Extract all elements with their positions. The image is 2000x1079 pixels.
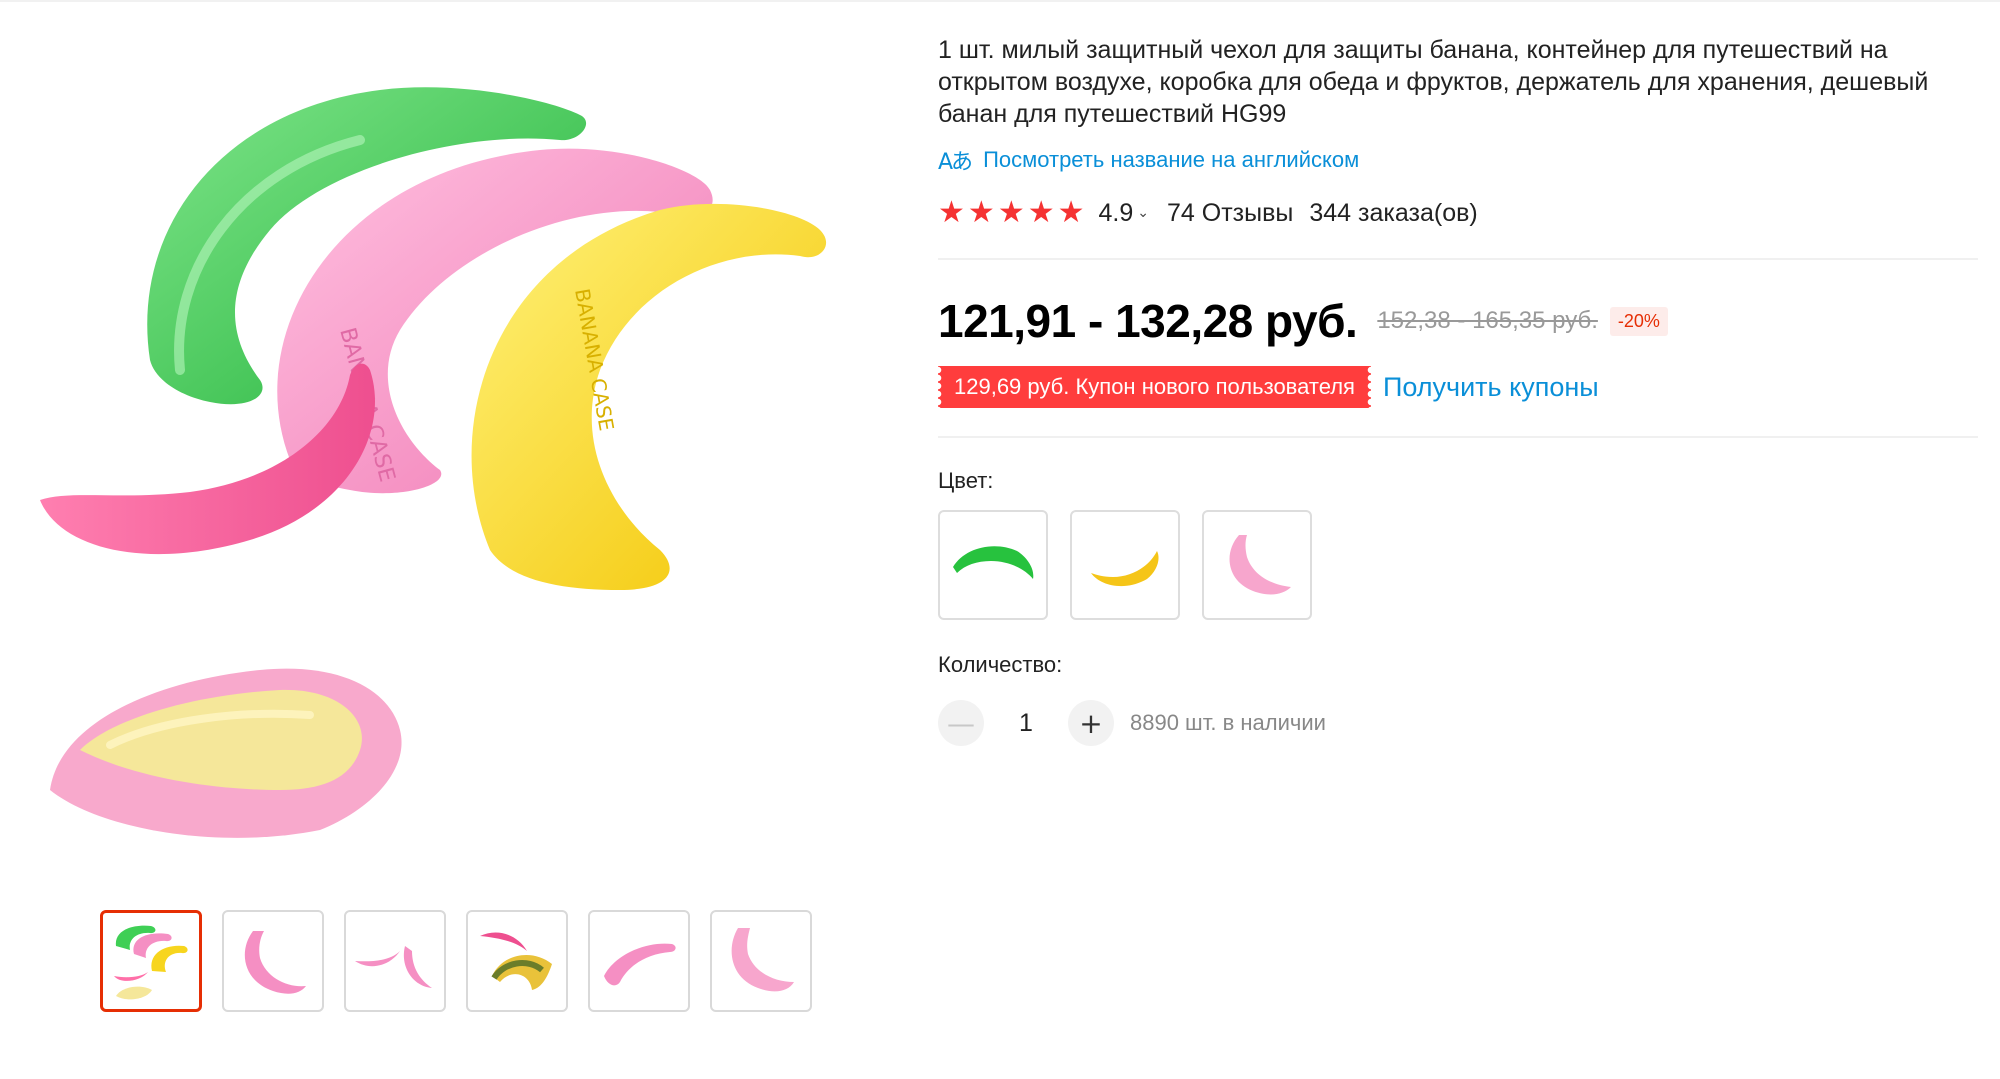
quantity-value[interactable]: 1 — [984, 709, 1068, 738]
main-product-image[interactable]: BANANA CASE BANANA CASE — [20, 30, 880, 890]
reviews-link[interactable]: 74 Отзывы — [1167, 199, 1293, 228]
translate-title-link[interactable]: Аあ Посмотреть название на английском — [938, 144, 1978, 176]
star-icon: ★ — [997, 195, 1025, 230]
color-swatches — [938, 510, 1978, 620]
product-info: 1 шт. милый защитный чехол для защиты ба… — [938, 34, 1978, 746]
star-icon: ★ — [1027, 195, 1055, 230]
color-option-green[interactable] — [938, 510, 1048, 620]
quantity-label: Количество: — [938, 652, 1063, 677]
translate-link-label: Посмотреть название на английском — [983, 147, 1360, 172]
price-row: 121,91 - 132,28 руб. 152,38 - 165,35 руб… — [938, 294, 1978, 348]
quantity-increase-button[interactable]: + — [1068, 700, 1114, 746]
current-price: 121,91 - 132,28 руб. — [938, 295, 1358, 347]
thumbnail-pink-side[interactable] — [588, 910, 690, 1012]
thumbnail-pink-with-banana[interactable] — [466, 910, 568, 1012]
divider — [938, 258, 1978, 260]
stock-availability: 8890 шт. в наличии — [1130, 710, 1326, 735]
thumbnail-pink-front[interactable] — [710, 910, 812, 1012]
thumbnail-pink-open[interactable] — [222, 910, 324, 1012]
quantity-stepper: — 1 + 8890 шт. в наличии — [938, 700, 1978, 746]
chevron-down-icon[interactable]: ⌄ — [1137, 205, 1149, 221]
top-divider — [0, 0, 2000, 2]
star-icon: ★ — [967, 195, 995, 230]
star-icon: ★ — [938, 195, 965, 230]
old-price: 152,38 - 165,35 руб. — [1377, 307, 1598, 334]
discount-badge: -20% — [1609, 306, 1668, 336]
rating-value[interactable]: 4.9 — [1099, 199, 1134, 228]
get-coupons-link[interactable]: Получить купоны — [1383, 372, 1599, 403]
product-title: 1 шт. милый защитный чехол для защиты ба… — [938, 36, 1929, 128]
orders-count: 344 заказа(ов) — [1309, 198, 1478, 227]
quantity-decrease-button[interactable]: — — [938, 700, 984, 746]
thumbnail-all-colors[interactable] — [100, 910, 202, 1012]
thumbnail-pink-split[interactable] — [344, 910, 446, 1012]
rating-row: ★ ★ ★ ★ ★ 4.9 ⌄ 74 Отзывы 344 заказа(ов) — [938, 198, 1978, 228]
divider — [938, 436, 1978, 438]
translate-icon: Аあ — [938, 150, 973, 175]
color-option-yellow[interactable] — [1070, 510, 1180, 620]
new-user-coupon[interactable]: 129,69 руб. Купон нового пользователя — [938, 366, 1371, 408]
color-option-pink[interactable] — [1202, 510, 1312, 620]
star-icon: ★ — [1057, 195, 1085, 230]
thumbnail-strip — [100, 910, 812, 1012]
rating-stars: ★ ★ ★ ★ ★ — [938, 198, 1085, 228]
color-label: Цвет: — [938, 468, 994, 493]
coupon-row: 129,69 руб. Купон нового пользователя По… — [938, 366, 1978, 408]
